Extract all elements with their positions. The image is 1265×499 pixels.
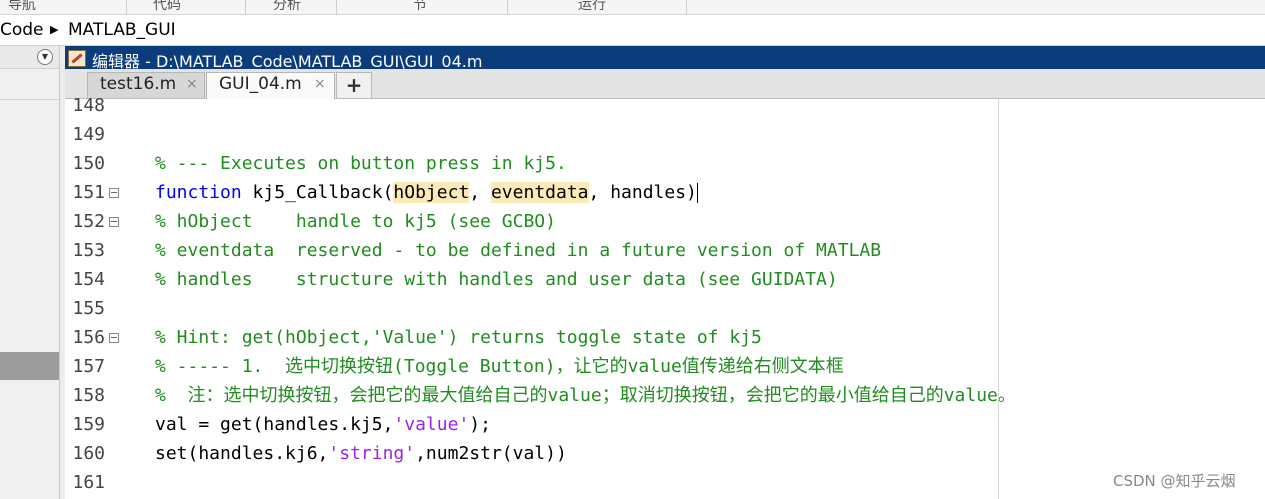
code-line[interactable]: % 注：选中切换按钮，会把它的最大值给自己的value；取消切换按钮，会把它的最…	[155, 381, 1016, 410]
line-number: 157	[72, 356, 105, 377]
code-token: );	[469, 414, 491, 435]
line-number: 148	[72, 95, 105, 116]
text-caret	[696, 183, 698, 203]
code-token: val = get(handles.kj5,	[155, 414, 394, 435]
code-line[interactable]: val = get(handles.kj5,'value');	[155, 410, 491, 439]
code-line[interactable]: % Hint: get(hObject,'Value') returns tog…	[155, 323, 762, 352]
line-number: 153	[72, 240, 105, 261]
keyword-token: function	[155, 182, 242, 203]
comment-token: % --- Executes on button press in kj5.	[155, 153, 567, 174]
string-token: 'string'	[328, 443, 416, 464]
toolstrip-ribbon: 导航 代码 分析 节 运行	[0, 0, 1265, 15]
fold-toggle-icon[interactable]	[109, 188, 119, 198]
ribbon-section-section[interactable]: 节	[337, 0, 508, 14]
comment-token: % hObject handle to kj5 (see GCBO)	[155, 211, 556, 232]
code-line[interactable]: % ----- 1. 选中切换按钮(Toggle Button)，让它的valu…	[155, 352, 844, 381]
breadcrumb-arrow-icon: ▶	[50, 23, 59, 36]
line-number: 159	[72, 414, 105, 435]
ribbon-section-run[interactable]: 运行	[508, 0, 687, 14]
line-number: 155	[72, 298, 105, 319]
editor-title-bar: 编辑器 - D:\MATLAB_Code\MATLAB_GUI\GUI_04.m	[65, 46, 1265, 71]
comment-token: % 注：选中切换按钮，会把它的最大值给自己的value；取消切换按钮，会把它的最…	[155, 385, 1016, 406]
highlighted-variable: eventdata	[490, 182, 589, 203]
add-tab-button[interactable]: +	[336, 72, 372, 98]
line-number: 150	[72, 153, 105, 174]
line-number: 161	[72, 472, 105, 493]
line-number: 152	[72, 211, 105, 232]
current-folder-panel: ▼	[0, 46, 60, 499]
right-margin-line	[998, 99, 999, 499]
code-token: kj5_Callback(	[241, 182, 394, 203]
address-bar: Code ▶ MATLAB_GUI	[0, 15, 1265, 46]
ribbon-section-analyze[interactable]: 分析	[246, 0, 337, 14]
line-number: 149	[72, 124, 105, 145]
tab-label: GUI_04.m	[219, 74, 302, 94]
code-editor[interactable]: % --- Executes on button press in kj5. fu…	[122, 99, 1265, 499]
breadcrumb-matlab-gui[interactable]: MATLAB_GUI	[68, 20, 176, 40]
code-token: ,num2str(val))	[415, 443, 567, 464]
comment-token: % handles structure with handles and use…	[155, 269, 838, 290]
comment-token: % Hint: get(hObject,'Value') returns tog…	[155, 327, 762, 348]
line-number-gutter: 148 149 150 151 152 153 154 155 156 157 158 159 160 1…	[65, 95, 122, 499]
tab-label: test16.m	[100, 74, 177, 94]
tab-gui-04[interactable]: GUI_04.m ×	[206, 72, 335, 99]
fold-toggle-icon[interactable]	[109, 217, 119, 227]
code-line[interactable]: % handles structure with handles and use…	[155, 265, 838, 294]
line-number: 158	[72, 385, 105, 406]
line-number: 154	[72, 269, 105, 290]
code-line[interactable]: % eventdata reserved - to be defined in …	[155, 236, 881, 265]
panel-menu-icon[interactable]: ▼	[37, 49, 53, 65]
code-line[interactable]: % hObject handle to kj5 (see GCBO)	[155, 207, 556, 236]
code-token: set(handles.kj6,	[155, 443, 329, 464]
panel-header: ▼	[0, 46, 59, 69]
watermark: CSDN @知乎云烟	[1113, 472, 1236, 490]
code-line[interactable]: set(handles.kj6,'string',num2str(val))	[155, 439, 567, 468]
line-number: 156	[72, 327, 105, 348]
ribbon-section-code[interactable]: 代码	[127, 0, 246, 14]
comment-token: % eventdata reserved - to be defined in …	[155, 240, 882, 261]
close-tab-icon[interactable]: ×	[314, 76, 326, 92]
fold-toggle-icon[interactable]	[109, 333, 119, 343]
code-line[interactable]: function kj5_Callback(hObject, eventdata…	[155, 178, 698, 207]
panel-divider	[0, 99, 59, 100]
selected-file-row[interactable]	[0, 352, 59, 380]
editor-tab-bar: test16.m × GUI_04.m × +	[65, 69, 1265, 99]
line-number: 160	[72, 443, 105, 464]
breadcrumb-code[interactable]: Code	[0, 20, 44, 40]
highlighted-variable: hObject	[393, 182, 470, 203]
string-token: 'value'	[393, 414, 470, 435]
ribbon-section-navigate[interactable]: 导航	[0, 0, 127, 14]
code-token: , handles)	[588, 182, 697, 203]
close-tab-icon[interactable]: ×	[186, 76, 198, 92]
line-number: 151	[72, 182, 105, 203]
editor-icon	[68, 50, 86, 67]
code-line[interactable]: % --- Executes on button press in kj5.	[155, 149, 567, 178]
comment-token: % ----- 1. 选中切换按钮(Toggle Button)，让它的valu…	[155, 356, 844, 377]
code-token: ,	[469, 182, 491, 203]
